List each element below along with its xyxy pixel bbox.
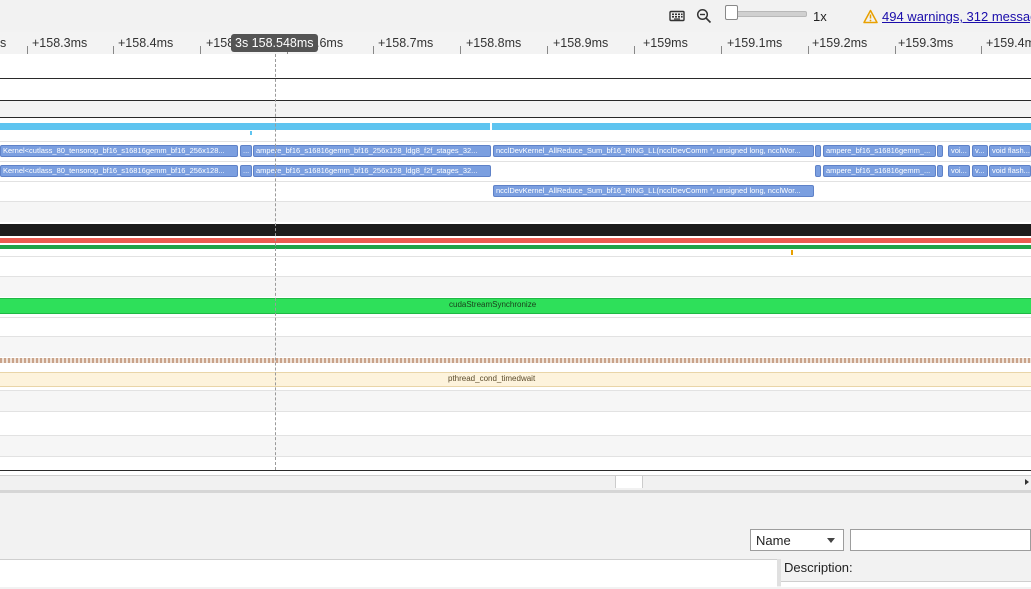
zoom-slider-track[interactable]	[729, 11, 807, 17]
ruler-tick-mark	[547, 46, 548, 54]
kernel-bar[interactable]: Kernel<cutlass_80_tensorop_bf16_s16816ge…	[0, 165, 238, 177]
ruler-tick-mark	[721, 46, 722, 54]
track-row	[0, 202, 1031, 222]
zoom-level: 1x	[813, 9, 827, 24]
track-row	[0, 391, 1031, 411]
ruler-tick-label: +158.7ms	[378, 36, 434, 50]
track-divider	[0, 161, 1031, 162]
kernel-bar[interactable]: ncclDevKernel_AllReduce_Sum_bf16_RING_LL…	[493, 145, 814, 157]
ruler-tick-mark	[808, 46, 809, 54]
kernel-bar-sliver[interactable]	[937, 165, 943, 177]
kernel-bar[interactable]: voi...	[948, 145, 970, 157]
activity-gap	[490, 121, 492, 131]
scrollbar-thumb[interactable]	[615, 476, 643, 488]
ruler-tick-mark	[113, 46, 114, 54]
ruler-tick-label: +158	[206, 36, 235, 50]
ruler-tick-mark	[373, 46, 374, 54]
track-divider	[0, 141, 1031, 142]
ruler-tick-label: +158.9ms	[553, 36, 609, 50]
event-marker[interactable]	[791, 250, 793, 255]
description-box	[781, 581, 1031, 587]
cursor-line	[275, 54, 276, 470]
kernel-bar[interactable]: ...	[240, 145, 252, 157]
track-border	[0, 78, 1031, 79]
memory-red-band[interactable]	[0, 238, 1031, 243]
ruler-tick-label: +159.2ms	[812, 36, 868, 50]
kernel-bar[interactable]: ...	[240, 165, 252, 177]
kernel-bar[interactable]: ampere_bf16_s16816gemm_bf16_256x128_ldg8…	[253, 165, 491, 177]
hatched-activity-band[interactable]	[0, 358, 1031, 363]
track-row	[0, 436, 1031, 456]
scroll-right-arrow-icon[interactable]	[1023, 476, 1031, 488]
kernel-bar[interactable]: v...	[972, 145, 988, 157]
warning-triangle-icon	[863, 9, 878, 24]
track-row	[0, 277, 1031, 297]
kernel-bar[interactable]: ncclDevKernel_AllReduce_Sum_bf16_RING_LL…	[493, 185, 814, 197]
description-label: Description:	[784, 560, 853, 575]
ruler-tick-mark	[460, 46, 461, 54]
track-row	[0, 337, 1031, 357]
activity-marker	[250, 131, 252, 135]
kernel-bar[interactable]: Kernel<cutlass_80_tensorop_bf16_s16816ge…	[0, 145, 238, 157]
keyboard-icon[interactable]	[669, 8, 685, 24]
track-border	[0, 117, 1031, 118]
ruler-tick-mark	[634, 46, 635, 54]
track-divider	[0, 411, 1031, 412]
horizontal-scrollbar[interactable]	[0, 475, 1031, 491]
cuda-stream-sync-label: cudaStreamSynchronize	[449, 300, 537, 309]
track-divider	[0, 456, 1031, 457]
kernel-bar[interactable]: voi...	[948, 165, 970, 177]
ruler-tick-label: .6ms	[316, 36, 344, 50]
warnings-link[interactable]: 494 warnings, 312 messag	[882, 9, 1031, 24]
chevron-down-icon	[827, 538, 835, 543]
ruler-tick-mark	[981, 46, 982, 54]
kernel-bar[interactable]: ampere_bf16_s16816gemm_bf16_256x128_ldg8…	[253, 145, 491, 157]
track-divider	[0, 256, 1031, 257]
kernel-bar[interactable]: void flash...	[989, 145, 1031, 157]
kernel-bar[interactable]: ampere_bf16_s16816gemm_...	[823, 145, 936, 157]
ruler-tick-mark	[200, 46, 201, 54]
ruler-tick-label: +158.8ms	[466, 36, 522, 50]
ruler-tick-label: s	[0, 36, 7, 50]
ruler-tick-label: +159.1ms	[727, 36, 783, 50]
kernel-bar-sliver[interactable]	[937, 145, 943, 157]
track-divider	[0, 181, 1031, 182]
track-border	[0, 470, 1031, 471]
track-row	[0, 101, 1031, 117]
kernel-bar[interactable]: v...	[972, 165, 988, 177]
cuda-stream-sync-bar[interactable]: cudaStreamSynchronize	[0, 298, 1031, 314]
ruler-tick-label: +159.3ms	[898, 36, 954, 50]
memory-green-band[interactable]	[0, 245, 1031, 249]
ruler-tick-label: +159.4m	[986, 36, 1031, 50]
ruler-tick-mark	[27, 46, 28, 54]
pthread-wait-bar[interactable]: pthread_cond_timedwait	[0, 372, 1031, 387]
ruler-tick-mark	[895, 46, 896, 54]
ruler-tick-label: +158.3ms	[32, 36, 88, 50]
kernel-bar-sliver[interactable]	[815, 145, 821, 157]
pthread-wait-label: pthread_cond_timedwait	[448, 374, 536, 383]
cursor-time-badge: 3s 158.548ms	[231, 34, 318, 52]
gpu-activity-band[interactable]	[0, 123, 1031, 130]
zoom-out-icon[interactable]	[696, 8, 712, 24]
kernel-bar[interactable]: ampere_bf16_s16816gemm_...	[823, 165, 936, 177]
kernel-bar[interactable]: void flash...	[989, 165, 1031, 177]
ruler-tick-label: +158.4ms	[118, 36, 174, 50]
search-input[interactable]	[850, 529, 1031, 551]
zoom-slider-thumb[interactable]	[725, 5, 738, 20]
results-list[interactable]	[0, 559, 777, 587]
black-band[interactable]	[0, 224, 1031, 236]
ruler-tick-label: +159ms	[643, 36, 688, 50]
track-divider	[0, 317, 1031, 318]
kernel-bar-sliver[interactable]	[815, 165, 821, 177]
